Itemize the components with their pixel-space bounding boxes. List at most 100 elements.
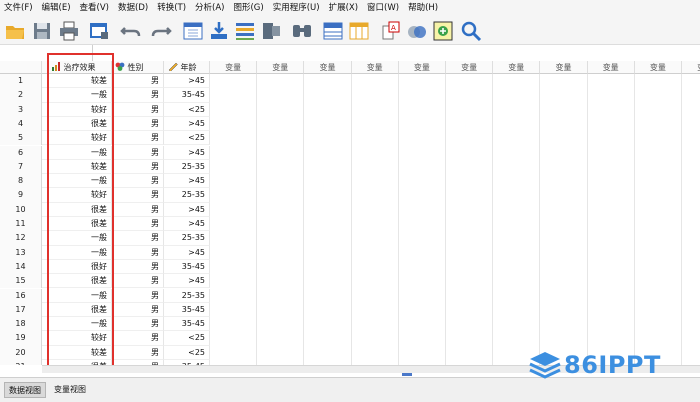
- cell-age[interactable]: >45: [164, 116, 210, 132]
- select-cases-icon[interactable]: [432, 20, 454, 42]
- cell-gender[interactable]: 男: [112, 288, 164, 303]
- go-to-case-icon[interactable]: [182, 20, 204, 42]
- cell-gender[interactable]: 男: [112, 274, 164, 289]
- cell-age[interactable]: 35-45: [164, 317, 210, 332]
- row-number[interactable]: 21: [0, 360, 42, 365]
- dialog-recall-icon[interactable]: [88, 20, 110, 42]
- cell-gender[interactable]: 男: [112, 245, 164, 260]
- cell-value-input[interactable]: [92, 45, 700, 61]
- cell-gender[interactable]: 男: [112, 102, 164, 117]
- find-icon[interactable]: [290, 20, 314, 42]
- cell-treatment-effect[interactable]: 较差: [42, 159, 112, 175]
- row-number[interactable]: 19: [0, 331, 42, 346]
- cell-gender[interactable]: 男: [112, 331, 164, 346]
- cell-treatment-effect[interactable]: 较好: [42, 131, 112, 146]
- row-number[interactable]: 9: [0, 188, 42, 203]
- cell-treatment-effect[interactable]: 一般: [42, 245, 112, 260]
- cell-gender[interactable]: 男: [112, 217, 164, 232]
- cell-age[interactable]: >45: [164, 245, 210, 260]
- row-number[interactable]: 17: [0, 302, 42, 318]
- cell-treatment-effect[interactable]: 较好: [42, 331, 112, 346]
- menu-item[interactable]: 数据(D): [114, 0, 153, 17]
- menu-item[interactable]: 扩展(X): [325, 0, 363, 17]
- insert-variable-icon[interactable]: [348, 20, 370, 42]
- cell-age[interactable]: <25: [164, 331, 210, 346]
- cell-treatment-effect[interactable]: 很差: [42, 302, 112, 318]
- cell-gender[interactable]: 男: [112, 159, 164, 175]
- cell-age[interactable]: 25-35: [164, 188, 210, 203]
- menu-item[interactable]: 分析(A): [191, 0, 229, 17]
- cell-treatment-effect[interactable]: 一般: [42, 288, 112, 303]
- cell-treatment-effect[interactable]: 很差: [42, 274, 112, 289]
- go-to-variable-icon[interactable]: [208, 20, 230, 42]
- row-number[interactable]: 4: [0, 116, 42, 132]
- row-number[interactable]: 3: [0, 102, 42, 117]
- row-number[interactable]: 1: [0, 74, 42, 89]
- cell-age[interactable]: 35-45: [164, 88, 210, 103]
- column-header-treatment-effect[interactable]: 治疗效果: [42, 61, 112, 74]
- cell-gender[interactable]: 男: [112, 188, 164, 203]
- row-number[interactable]: 11: [0, 217, 42, 232]
- menu-item[interactable]: 转换(T): [153, 0, 191, 17]
- cell-age[interactable]: >45: [164, 174, 210, 189]
- row-number[interactable]: 5: [0, 131, 42, 146]
- row-number[interactable]: 2: [0, 88, 42, 103]
- cell-treatment-effect[interactable]: 一般: [42, 317, 112, 332]
- column-header-empty-variable[interactable]: 变量: [351, 61, 399, 74]
- cell-age[interactable]: 25-35: [164, 159, 210, 175]
- cell-age[interactable]: <25: [164, 131, 210, 146]
- row-number[interactable]: 16: [0, 288, 42, 303]
- cell-age[interactable]: <25: [164, 345, 210, 360]
- cell-gender[interactable]: 男: [112, 116, 164, 132]
- row-number[interactable]: 18: [0, 317, 42, 332]
- cell-treatment-effect[interactable]: 很差: [42, 202, 112, 217]
- cell-treatment-effect[interactable]: 一般: [42, 231, 112, 246]
- menu-item[interactable]: 编辑(E): [38, 0, 76, 17]
- tab-data-view[interactable]: 数据视图: [4, 382, 46, 398]
- column-header-empty-variable[interactable]: 变量: [257, 61, 305, 74]
- row-number[interactable]: 6: [0, 145, 42, 160]
- cell-treatment-effect[interactable]: 一般: [42, 88, 112, 103]
- menu-item[interactable]: 查看(V): [76, 0, 114, 17]
- cell-gender[interactable]: 男: [112, 88, 164, 103]
- cell-age[interactable]: >45: [164, 202, 210, 217]
- column-header-empty-variable[interactable]: 变量: [540, 61, 588, 74]
- cell-gender[interactable]: 男: [112, 131, 164, 146]
- cell-age[interactable]: >45: [164, 145, 210, 160]
- row-number[interactable]: 20: [0, 345, 42, 360]
- menu-item[interactable]: 图形(G): [229, 0, 268, 17]
- cell-age[interactable]: 25-35: [164, 288, 210, 303]
- variables-icon[interactable]: [234, 20, 256, 42]
- menu-item[interactable]: 实用程序(U): [269, 0, 325, 17]
- cell-treatment-effect[interactable]: 很差: [42, 217, 112, 232]
- column-header-empty-variable[interactable]: 变量: [210, 61, 258, 74]
- column-header-empty-variable[interactable]: 变量: [587, 61, 635, 74]
- cell-gender[interactable]: 男: [112, 74, 164, 89]
- cell-gender[interactable]: 男: [112, 202, 164, 217]
- column-header-empty-variable[interactable]: 变量: [398, 61, 446, 74]
- split-file-icon[interactable]: A: [380, 20, 402, 42]
- cell-age[interactable]: <25: [164, 102, 210, 117]
- cell-treatment-effect[interactable]: 一般: [42, 145, 112, 160]
- cell-gender[interactable]: 男: [112, 259, 164, 275]
- cell-treatment-effect[interactable]: 较差: [42, 74, 112, 89]
- tab-variable-view[interactable]: 变量视图: [50, 382, 90, 398]
- cell-treatment-effect[interactable]: 较差: [42, 345, 112, 360]
- cell-gender[interactable]: 男: [112, 231, 164, 246]
- cell-treatment-effect[interactable]: 较好: [42, 102, 112, 117]
- menu-item[interactable]: 帮助(H): [404, 0, 443, 17]
- run-descriptives-icon[interactable]: [260, 20, 282, 42]
- row-number[interactable]: 10: [0, 202, 42, 217]
- row-number[interactable]: 12: [0, 231, 42, 246]
- save-icon[interactable]: [31, 20, 53, 42]
- row-number[interactable]: 15: [0, 274, 42, 289]
- redo-icon[interactable]: [150, 20, 172, 42]
- print-icon[interactable]: [58, 20, 80, 42]
- column-header-age[interactable]: 年龄: [164, 61, 210, 74]
- column-header-empty-variable[interactable]: 变量: [446, 61, 494, 74]
- cell-age[interactable]: >45: [164, 74, 210, 89]
- cell-gender[interactable]: 男: [112, 345, 164, 360]
- cell-gender[interactable]: 男: [112, 145, 164, 160]
- undo-icon[interactable]: [120, 20, 142, 42]
- cell-gender[interactable]: 男: [112, 174, 164, 189]
